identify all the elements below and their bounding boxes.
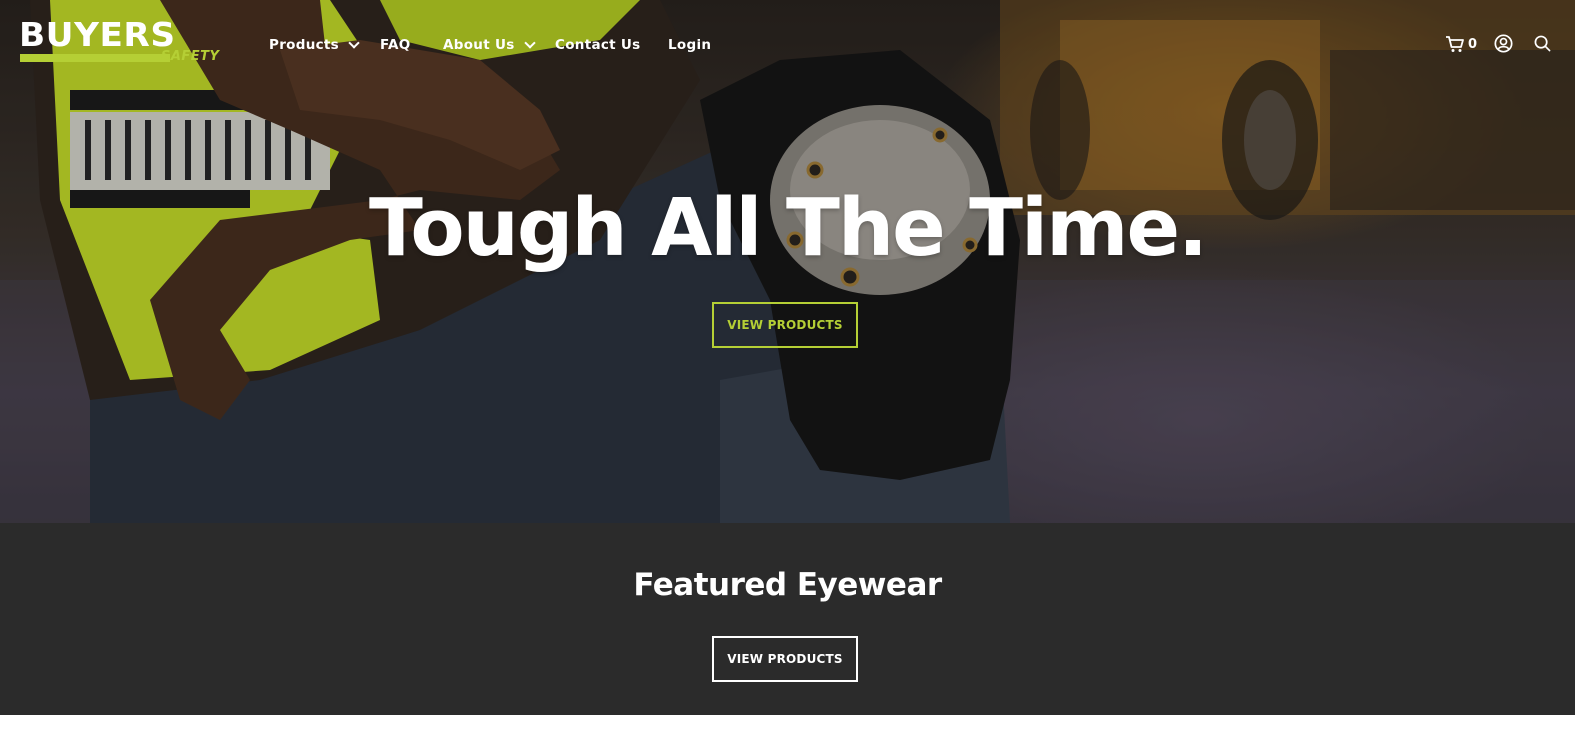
brand-logo-tagline: SAFETY [161,49,220,64]
featured-eyewear-section: Featured Eyewear VIEW PRODUCTS [0,523,1575,715]
nav-item-products[interactable]: Products [269,35,360,55]
user-account-icon[interactable] [1494,34,1513,53]
nav-item-about-us[interactable]: About Us [443,35,536,55]
brand-logo-bar [20,54,170,62]
nav-item-label: Products [269,37,339,53]
page-content-below [0,715,1575,747]
search-icon[interactable] [1534,35,1551,52]
chevron-down-icon [523,37,536,49]
brand-logo-name: BUYERS [19,15,176,54]
brand-logo[interactable]: BUYERS SAFETY [19,15,221,68]
featured-view-products-button[interactable]: VIEW PRODUCTS [712,636,858,682]
nav-item-label: FAQ [380,37,411,53]
nav-item-label: Login [668,37,712,53]
hero-view-products-button[interactable]: VIEW PRODUCTS [712,302,858,348]
hero-title: Tough All The Time. [368,182,1208,274]
cart-count-badge: 0 [1468,37,1478,52]
nav-item-contact-us[interactable]: Contact Us [555,35,641,55]
featured-section-title: Featured Eyewear [633,567,942,603]
chevron-down-icon [348,37,360,49]
nav-item-faq[interactable]: FAQ [380,35,411,55]
nav-item-login[interactable]: Login [668,35,711,55]
shopping-cart-icon[interactable] [1445,35,1465,53]
nav-item-label: Contact Us [555,37,641,53]
nav-item-label: About Us [443,37,515,53]
